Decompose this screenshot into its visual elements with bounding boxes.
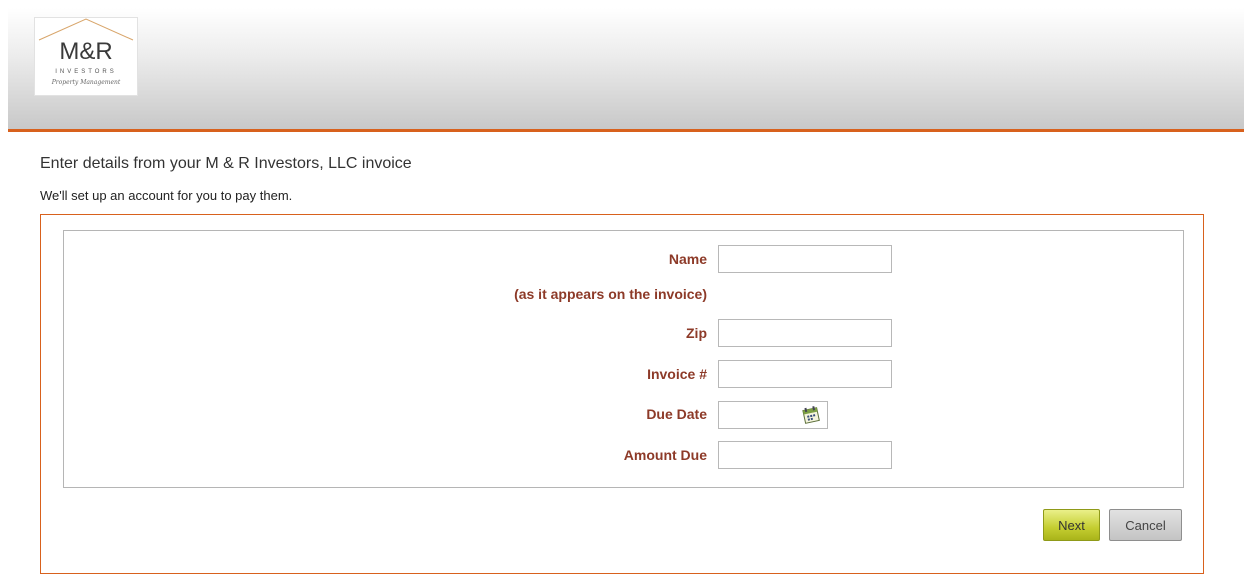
due-date-field (718, 401, 828, 429)
amount-due-label: Amount Due (623, 447, 707, 463)
name-label: Name (668, 251, 707, 267)
invoice-number-label: Invoice # (647, 366, 707, 382)
logo-text: M&R (59, 38, 113, 65)
logo-tagline: Property Management (51, 79, 121, 86)
page-subtitle: We'll set up an account for you to pay t… (40, 188, 293, 203)
amount-due-input[interactable] (718, 441, 892, 469)
company-logo: M&R INVESTORS Property Management (34, 17, 138, 96)
invoice-number-input[interactable] (718, 360, 892, 388)
zip-label: Zip (686, 325, 707, 341)
name-input[interactable] (718, 245, 892, 273)
header-bar: M&R INVESTORS Property Management (8, 8, 1244, 132)
next-button[interactable]: Next (1043, 509, 1100, 541)
cancel-button[interactable]: Cancel (1109, 509, 1182, 541)
page-title: Enter details from your M & R Investors,… (40, 155, 412, 172)
due-date-input[interactable] (719, 402, 805, 428)
logo-subtext: INVESTORS (55, 69, 117, 75)
zip-input[interactable] (718, 319, 892, 347)
due-date-label: Due Date (646, 406, 707, 422)
name-hint: (as it appears on the invoice) (514, 286, 707, 302)
calendar-icon[interactable] (801, 405, 821, 425)
